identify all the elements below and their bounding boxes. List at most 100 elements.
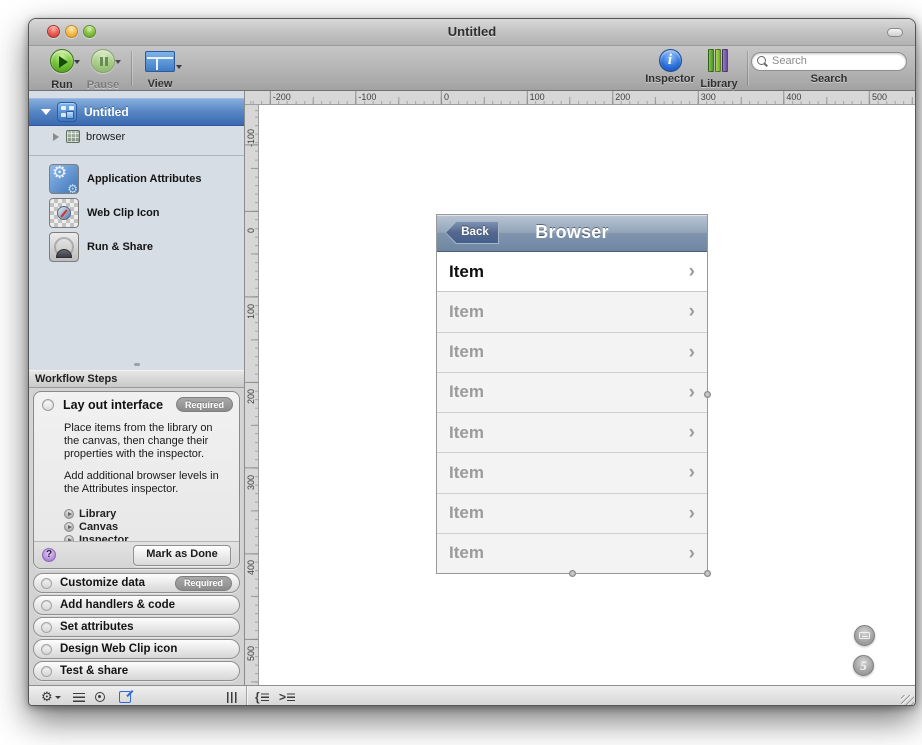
toolbar: Run Pause View i Inspector Library Searc… (29, 46, 915, 91)
run-play-icon (50, 49, 74, 73)
breakpoint-button[interactable] (95, 689, 105, 705)
sidebar-item[interactable]: Run & Share (29, 230, 244, 264)
vertical-ruler: -1000100200300400500 (245, 105, 259, 685)
step-radio[interactable] (41, 622, 52, 633)
resize-grip[interactable] (901, 695, 914, 706)
ruler-label: 400 (786, 92, 801, 102)
run-button[interactable]: Run (45, 49, 79, 91)
sidebar-nav-items: Application AttributesWeb Clip Icon Run &… (29, 156, 244, 264)
pause-button[interactable]: Pause (83, 49, 123, 91)
workflow-panel: Lay out interface Required Place items f… (29, 388, 244, 571)
ruler-label: 300 (246, 475, 256, 490)
mark-as-done-button[interactable]: Mark as Done (133, 545, 231, 566)
ruler-label: 100 (246, 304, 256, 319)
search-input[interactable] (751, 52, 907, 71)
workflow-step-collapsed[interactable]: Set attributes (33, 617, 240, 637)
inspector-button[interactable]: i Inspector (643, 49, 697, 85)
project-label: Untitled (84, 105, 129, 119)
ruler-label: -200 (273, 92, 291, 102)
step-radio[interactable] (41, 644, 52, 655)
resize-handle-bottom[interactable] (569, 570, 576, 577)
view-button[interactable]: View (139, 49, 181, 90)
search-group: Search (749, 51, 909, 85)
list-item[interactable]: Item› (437, 534, 707, 573)
list-item[interactable]: Item› (437, 292, 707, 332)
list-view-button[interactable] (73, 689, 85, 705)
chevron-right-icon: › (689, 343, 695, 362)
resize-handle-right[interactable] (704, 391, 711, 398)
step-radio[interactable] (41, 578, 52, 589)
ruler-label: 100 (530, 92, 545, 102)
workflow-step-collapsed[interactable]: Design Web Clip icon (33, 639, 240, 659)
window-title: Untitled (29, 24, 915, 39)
web-clip-icon (49, 198, 79, 228)
source-braces-icon: { (255, 690, 260, 704)
ruler-label: 500 (246, 646, 256, 661)
canvas: -200-1000100200300400500 -10001002003004… (245, 91, 915, 685)
disclosure-closed-icon[interactable] (53, 133, 59, 141)
library-button[interactable]: Library (697, 49, 741, 90)
list-item-label: Item (449, 342, 484, 362)
edit-mode-button[interactable] (119, 689, 131, 705)
sidebar-item-browser[interactable]: browser (29, 126, 244, 147)
application-attributes-icon (49, 164, 79, 194)
rotate-5-icon: 5 (854, 656, 873, 675)
toolbar-toggle-button[interactable] (887, 28, 903, 37)
browser-list-view[interactable]: Back Browser Item›Item›Item›Item›Item›It… (436, 214, 708, 574)
chevron-right-icon: › (689, 262, 695, 281)
chevron-right-icon: › (689, 544, 695, 563)
project-app-icon (57, 102, 77, 122)
chevron-right-icon: › (689, 463, 695, 482)
rotate-button[interactable]: 5 (853, 655, 874, 676)
keyboard-toggle-icon (859, 632, 870, 639)
workflow-step-collapsed[interactable]: Test & share (33, 661, 240, 681)
pause-icon (91, 49, 115, 73)
bullet-play-icon (64, 509, 74, 519)
columns-button[interactable] (227, 689, 237, 705)
disclosure-open-icon[interactable] (41, 109, 51, 115)
run-share-gauge-icon (49, 232, 79, 262)
resize-handle-corner[interactable] (704, 570, 711, 577)
source-view-button[interactable]: { (255, 689, 269, 705)
list-item-label: Item (449, 503, 484, 523)
list-item[interactable]: Item› (437, 252, 707, 292)
sidebar-item-label: Run & Share (87, 241, 153, 253)
list-item[interactable]: Item › (437, 453, 707, 493)
status-bar: ⚙ { > (29, 685, 915, 706)
step-paragraph: Add additional browser levels in the Att… (64, 470, 229, 496)
list-item[interactable]: Item› (437, 373, 707, 413)
step-radio[interactable] (42, 399, 54, 411)
gear-menu-button[interactable]: ⚙ (41, 689, 61, 705)
sidebar-spacer (29, 264, 244, 370)
workflow-collapsed-steps: Customize dataRequiredAdd handlers & cod… (29, 571, 244, 685)
list-item[interactable]: Item› (437, 413, 707, 453)
inspector-info-icon: i (659, 49, 682, 72)
workflow-step-collapsed[interactable]: Customize dataRequired (33, 573, 240, 593)
step-link[interactable]: Library (64, 507, 239, 520)
chevron-right-icon: › (689, 302, 695, 321)
indent-button[interactable]: > (279, 689, 295, 705)
toolbar-separator (747, 51, 748, 86)
step-radio[interactable] (41, 600, 52, 611)
workflow-step-active: Lay out interface Required Place items f… (33, 391, 240, 569)
list-item[interactable]: Item › (437, 494, 707, 534)
dashcode-window: Untitled Run Pause View i Inspector Libr… (28, 18, 916, 706)
sidebar-item-project[interactable]: Untitled (29, 98, 244, 126)
list-item-label: Item (449, 463, 484, 483)
splitter-handle[interactable] (134, 363, 140, 366)
workflow-steps-header: Workflow Steps (29, 370, 244, 388)
columns-icon (227, 692, 237, 703)
list-item[interactable]: Item › (437, 333, 707, 373)
chevron-right-icon: › (689, 504, 695, 523)
step-radio[interactable] (41, 666, 52, 677)
canvas-view[interactable]: Back Browser Item›Item›Item›Item›Item›It… (259, 105, 915, 685)
help-button[interactable]: ? (42, 548, 56, 562)
search-icon (757, 56, 766, 65)
ruler-label: 500 (872, 92, 887, 102)
workflow-step-collapsed[interactable]: Add handlers & code (33, 595, 240, 615)
sidebar-item[interactable]: Web Clip Icon (29, 196, 244, 230)
sidebar-item[interactable]: Application Attributes (29, 162, 244, 196)
step-link[interactable]: Canvas (64, 520, 239, 533)
window-titlebar[interactable]: Untitled (29, 19, 915, 46)
keyboard-toggle-button[interactable] (854, 625, 875, 646)
